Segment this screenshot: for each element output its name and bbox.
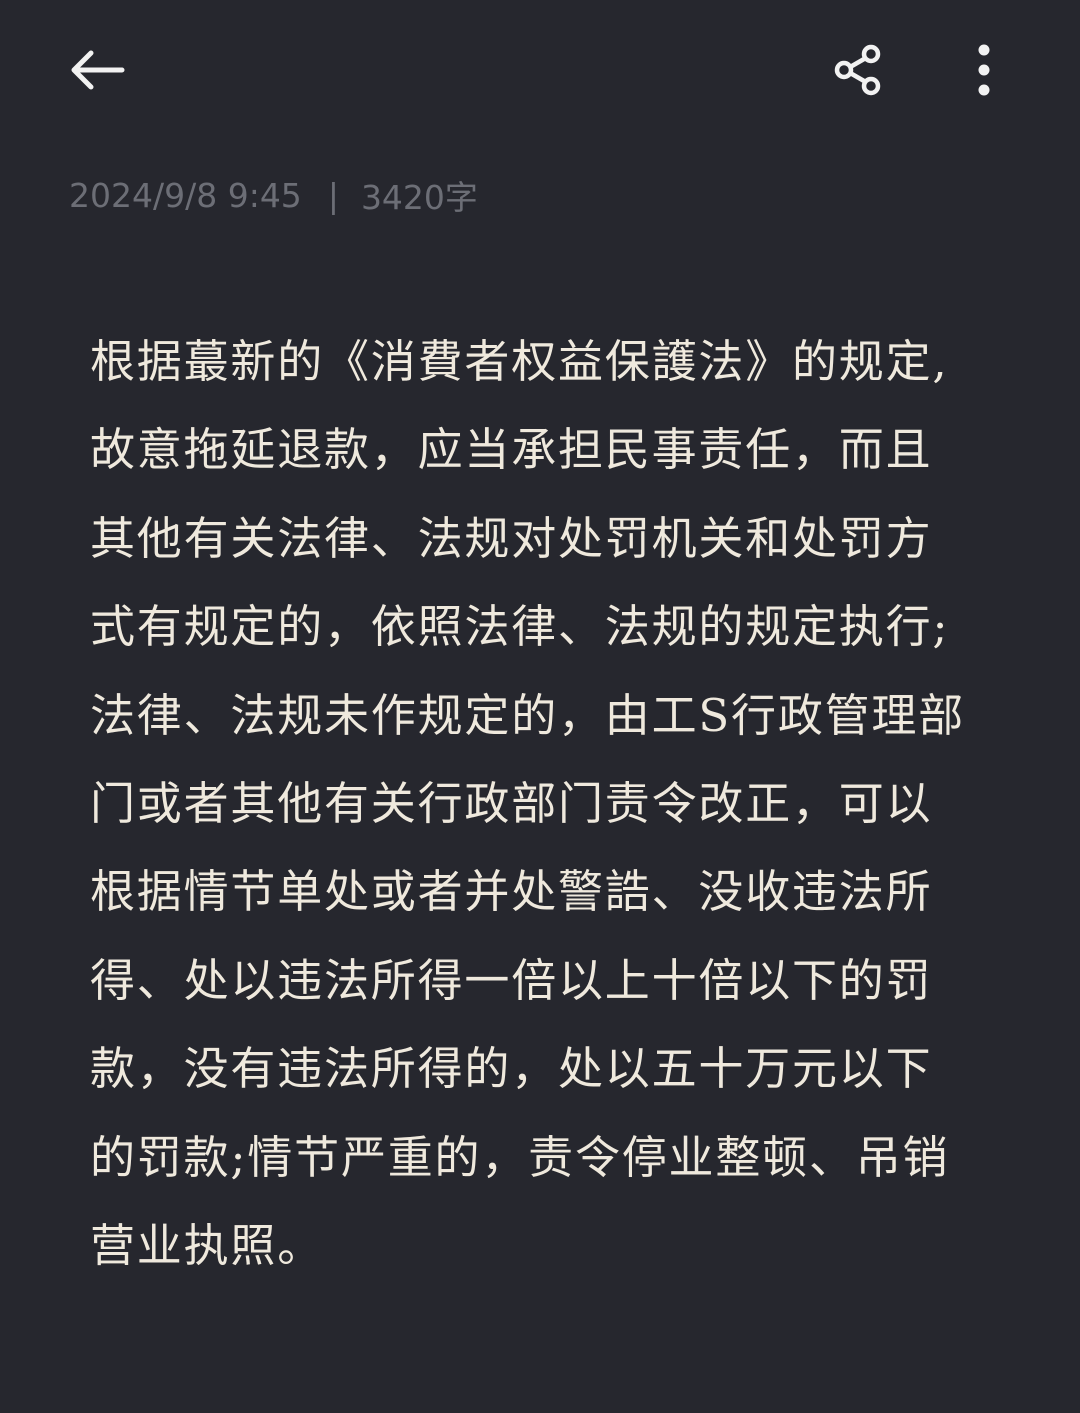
note-line: 其他有关法律、法规对处罚机关和处罚方	[90, 511, 933, 565]
meta-separator: |	[327, 175, 339, 215]
note-line: 门或者其他有关行政部门责令改正，可以	[90, 776, 933, 830]
more-vertical-icon	[978, 44, 990, 96]
note-line: 根据蕞新的《消費者权益保護法》的规定,	[90, 335, 949, 388]
note-line: 得、处以违法所得一倍以上十倍以下的罚	[90, 953, 933, 1007]
arrow-left-icon	[71, 50, 125, 90]
note-datetime: 2024/9/8 9:45	[69, 175, 302, 215]
note-line: 法律、法规未作规定的，由工S行政管理部	[90, 688, 966, 742]
note-line: 根据情节单处或者并处警誥、没收违法所	[90, 865, 933, 919]
share-button[interactable]	[824, 38, 892, 102]
note-line: 故意拖延退款，应当承担民事责任，而且	[90, 423, 933, 477]
more-options-button[interactable]	[958, 38, 1010, 102]
note-line: 式有规定的，依照法律、法规的规定执行;	[90, 600, 950, 654]
note-line: 的罚款;情节严重的，责令停业整顿、吊销	[90, 1130, 950, 1184]
back-button[interactable]	[60, 38, 132, 102]
note-meta: 2024/9/8 9:45 | 3420字	[69, 172, 478, 218]
note-word-count: 3420字	[360, 178, 478, 217]
top-bar	[0, 0, 1080, 140]
note-line: 营业执照。	[90, 1218, 325, 1272]
note-body[interactable]: 根据蕞新的《消費者权益保護法》的规定, 故意拖延退款，应当承担民事责任，而且 其…	[90, 318, 990, 1290]
note-line: 款，没有违法所得的，处以五十万元以下	[90, 1042, 933, 1096]
share-icon	[834, 44, 881, 96]
